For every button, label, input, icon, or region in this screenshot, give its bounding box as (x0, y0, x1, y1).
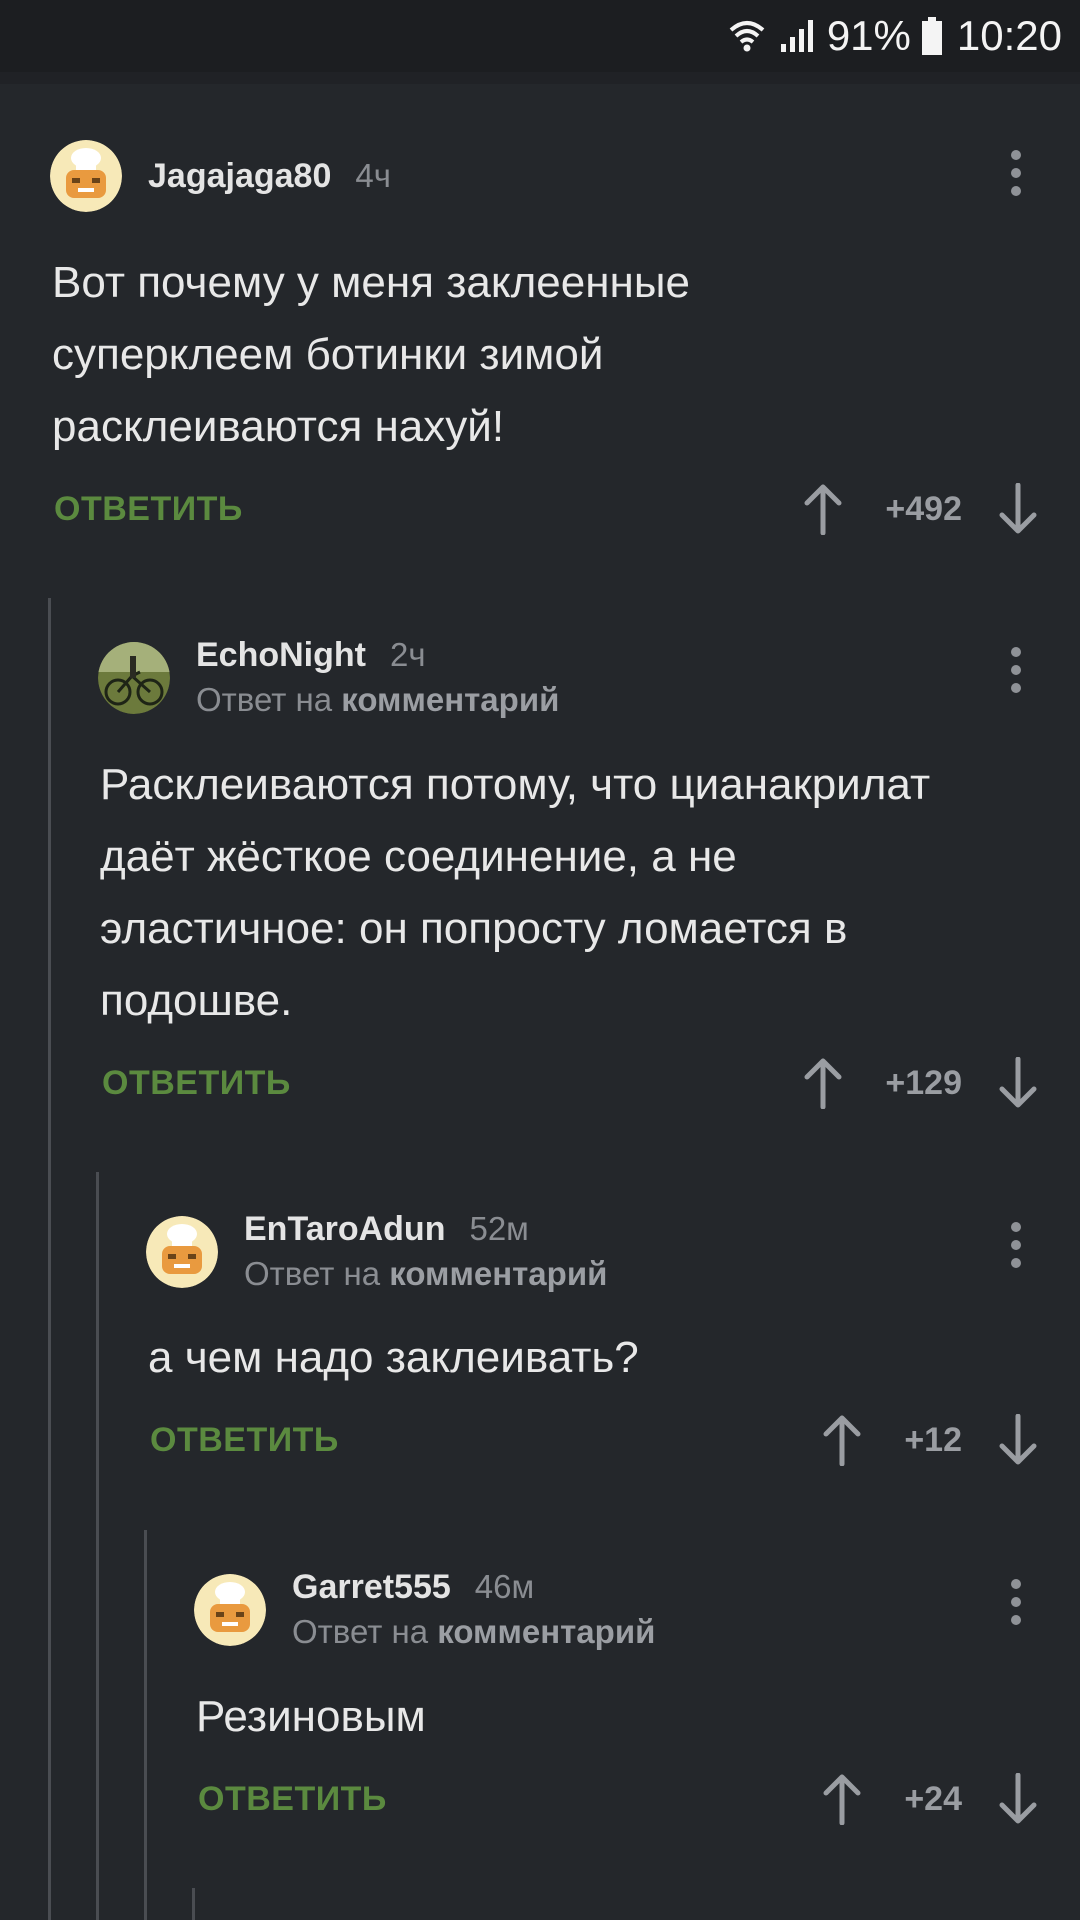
downvote-arrow-icon[interactable] (996, 481, 1040, 537)
more-options-icon[interactable] (996, 143, 1036, 203)
avatar[interactable] (98, 641, 170, 714)
upvote-arrow-icon[interactable] (801, 1055, 845, 1111)
upvote-arrow-icon[interactable] (820, 1771, 864, 1827)
rating-score: +24 (904, 1779, 962, 1818)
signal-icon (777, 16, 817, 56)
username[interactable]: EnTaroAdun (244, 1210, 445, 1249)
username[interactable]: EchoNight (196, 636, 366, 675)
comment-time: 52м (469, 1210, 529, 1247)
rating-score: +129 (885, 1063, 962, 1102)
more-options-icon[interactable] (996, 1215, 1036, 1275)
comment-time: 2ч (389, 636, 426, 673)
reply-to-label[interactable]: Ответ на комментарий (292, 1613, 655, 1651)
downvote-arrow-icon[interactable] (996, 1771, 1040, 1827)
reply-to-label[interactable]: Ответ на комментарий (196, 681, 559, 719)
thread-line-level-3 (144, 1530, 147, 1920)
battery-icon (921, 16, 943, 56)
avatar[interactable] (146, 1215, 218, 1288)
reply-to-link[interactable]: комментарий (341, 681, 559, 718)
comment-text: а чем надо заклеивать? (148, 1333, 639, 1382)
comment-text: Резиновым (196, 1692, 426, 1741)
reply-to-link[interactable]: комментарий (389, 1255, 607, 1292)
thread-line-level-1 (48, 598, 51, 1920)
thread-line-level-2 (96, 1172, 99, 1920)
comment-text: Вот почему у меня заклеенные суперклеем … (52, 258, 690, 451)
comment-time: 4ч (355, 156, 391, 194)
reply-button[interactable]: ОТВЕТИТЬ (150, 1421, 339, 1460)
wifi-icon (727, 16, 767, 56)
battery-percent: 91% (826, 12, 911, 59)
more-options-icon[interactable] (996, 1572, 1036, 1632)
upvote-arrow-icon[interactable] (820, 1412, 864, 1468)
clock: 10:20 (956, 12, 1062, 59)
avatar[interactable] (194, 1573, 266, 1646)
downvote-arrow-icon[interactable] (996, 1412, 1040, 1468)
status-bar: 91% 10:20 (0, 0, 1080, 72)
rating-score: +12 (904, 1420, 962, 1459)
reply-button[interactable]: ОТВЕТИТЬ (54, 490, 243, 529)
comment-time: 46м (474, 1568, 535, 1605)
username[interactable]: Garret555 (292, 1568, 451, 1607)
reply-to-link[interactable]: комментарий (437, 1613, 655, 1650)
more-options-icon[interactable] (996, 640, 1036, 700)
downvote-arrow-icon[interactable] (996, 1055, 1040, 1111)
comment-text: Расклеиваются потому, что цианакрилат да… (100, 760, 931, 1025)
reply-button[interactable]: ОТВЕТИТЬ (102, 1064, 291, 1103)
upvote-arrow-icon[interactable] (801, 481, 845, 537)
reply-button[interactable]: ОТВЕТИТЬ (198, 1780, 387, 1819)
toolbar-shadow (0, 72, 1080, 84)
avatar[interactable] (50, 140, 122, 212)
username[interactable]: Jagajaga80 (148, 157, 331, 196)
rating-score: +492 (885, 489, 962, 528)
reply-to-label[interactable]: Ответ на комментарий (244, 1255, 607, 1293)
thread-line-level-4 (192, 1888, 195, 1920)
